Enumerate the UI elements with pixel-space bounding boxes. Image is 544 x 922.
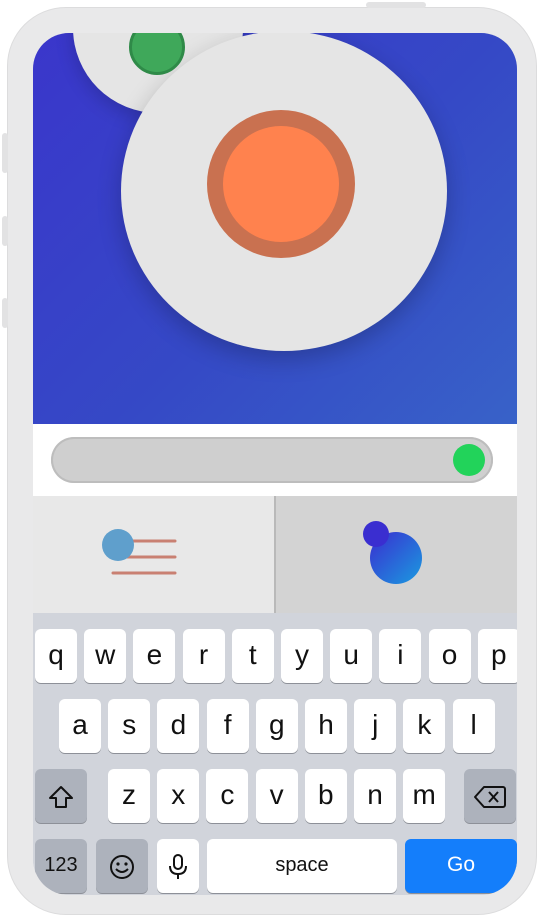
key-c[interactable]: c — [206, 769, 249, 823]
key-d[interactable]: d — [157, 699, 200, 753]
key-o[interactable]: o — [428, 629, 471, 683]
key-i[interactable]: i — [379, 629, 422, 683]
hero-illustration — [33, 33, 517, 424]
key-k[interactable]: k — [403, 699, 446, 753]
key-g[interactable]: g — [255, 699, 298, 753]
key-s[interactable]: s — [108, 699, 151, 753]
go-key[interactable]: Go — [405, 839, 517, 893]
orange-button-core — [223, 126, 339, 242]
key-f[interactable]: f — [206, 699, 249, 753]
key-j[interactable]: j — [354, 699, 397, 753]
list-filter-icon — [102, 529, 177, 575]
orange-button[interactable] — [207, 110, 355, 258]
dictation-key[interactable] — [157, 839, 199, 893]
key-y[interactable]: y — [281, 629, 323, 683]
key-l[interactable]: l — [452, 699, 495, 753]
side-button-power — [366, 2, 426, 8]
side-button-mute — [2, 133, 8, 173]
side-button-volume-up — [2, 216, 8, 246]
numbers-key[interactable]: 123 — [35, 839, 87, 893]
emoji-key[interactable] — [96, 839, 148, 893]
key-a[interactable]: a — [59, 699, 101, 753]
key-b[interactable]: b — [304, 769, 347, 823]
space-key[interactable]: space — [207, 839, 397, 893]
key-n[interactable]: n — [354, 769, 396, 823]
bubble-icon — [363, 521, 422, 584]
screen: qwertyuiop asdfghjkl zxcvbnm 123 space G… — [33, 33, 517, 895]
side-button-volume-down — [2, 298, 8, 328]
left-pane[interactable] — [33, 496, 276, 613]
microphone-icon — [169, 853, 187, 879]
key-m[interactable]: m — [403, 769, 446, 823]
backspace-icon — [474, 785, 506, 808]
shift-icon — [49, 785, 73, 808]
key-w[interactable]: w — [84, 629, 127, 683]
key-h[interactable]: h — [305, 699, 347, 753]
key-e[interactable]: e — [133, 629, 176, 683]
key-q[interactable]: q — [35, 629, 77, 683]
key-r[interactable]: r — [182, 629, 225, 683]
keyboard: qwertyuiop asdfghjkl zxcvbnm 123 space G… — [33, 613, 517, 895]
key-t[interactable]: t — [231, 629, 274, 683]
key-u[interactable]: u — [330, 629, 373, 683]
slider-area — [33, 424, 517, 496]
slider-knob[interactable] — [453, 444, 485, 476]
right-pane[interactable] — [276, 496, 517, 613]
emoji-icon — [110, 854, 134, 879]
slider-track[interactable] — [51, 437, 493, 483]
key-p[interactable]: p — [477, 629, 517, 683]
key-v[interactable]: v — [255, 769, 298, 823]
key-z[interactable]: z — [108, 769, 150, 823]
key-x[interactable]: x — [157, 769, 200, 823]
delete-key[interactable] — [464, 769, 516, 823]
shift-key[interactable] — [35, 769, 87, 823]
